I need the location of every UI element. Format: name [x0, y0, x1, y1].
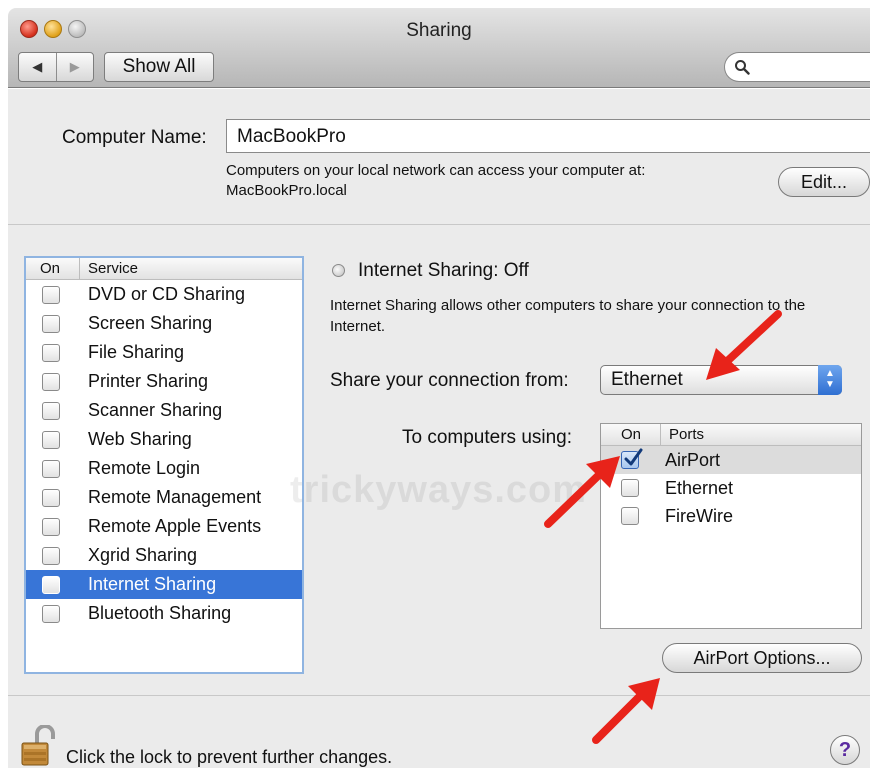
column-header-on[interactable]: On — [26, 258, 80, 279]
service-label: Screen Sharing — [88, 313, 213, 333]
forward-button[interactable]: ▶ — [55, 53, 94, 81]
port-checkbox[interactable] — [621, 448, 643, 469]
search-field[interactable] — [724, 52, 870, 82]
service-checkbox[interactable] — [42, 401, 60, 420]
service-row[interactable]: Remote Apple Events — [26, 512, 302, 541]
service-label: Remote Login — [88, 458, 201, 478]
show-all-button[interactable]: Show All — [104, 52, 214, 82]
computer-name-field[interactable]: MacBookPro — [226, 119, 870, 153]
checkmark-icon — [624, 448, 643, 466]
service-label: DVD or CD Sharing — [88, 284, 246, 304]
edit-hostname-button[interactable]: Edit... — [778, 167, 870, 197]
service-row[interactable]: Xgrid Sharing — [26, 541, 302, 570]
service-label: Web Sharing — [88, 429, 192, 449]
service-checkbox[interactable] — [42, 517, 60, 536]
service-label: Scanner Sharing — [88, 400, 223, 420]
computer-name-label: Computer Name: — [62, 127, 207, 148]
to-computers-label: To computers using: — [402, 427, 573, 448]
search-input[interactable] — [755, 57, 870, 77]
port-row[interactable]: FireWire — [601, 502, 861, 530]
service-list[interactable]: On Service DVD or CD Sharing Screen Shari… — [24, 256, 304, 674]
port-checkbox[interactable] — [621, 507, 639, 525]
back-arrow-icon: ◀ — [32, 59, 43, 74]
port-row[interactable]: Ethernet — [601, 474, 861, 502]
port-label: Ethernet — [665, 477, 734, 498]
service-row[interactable]: Bluetooth Sharing — [26, 599, 302, 628]
description-line: Internet Sharing allows other computers … — [330, 297, 806, 314]
service-row[interactable]: Remote Management — [26, 483, 302, 512]
service-checkbox[interactable] — [42, 430, 60, 449]
port-label: AirPort — [665, 449, 721, 470]
service-checkbox[interactable] — [42, 314, 60, 333]
port-row[interactable]: AirPort — [601, 446, 861, 474]
service-row[interactable]: Scanner Sharing — [26, 396, 302, 425]
share-from-value: Ethernet — [611, 369, 683, 390]
service-label: File Sharing — [88, 342, 185, 362]
window-titlebar: Sharing ◀ ▶ Show All — [8, 8, 870, 88]
service-row[interactable]: DVD or CD Sharing — [26, 280, 302, 309]
lock-icon[interactable] — [20, 725, 56, 767]
ports-table-header: On Ports — [601, 424, 861, 446]
internet-sharing-description: Internet Sharing allows other computers … — [330, 295, 870, 337]
service-list-header: On Service — [26, 258, 302, 280]
port-label: FireWire — [665, 505, 733, 526]
port-checkbox[interactable] — [621, 479, 639, 497]
service-checkbox[interactable] — [42, 459, 60, 478]
service-row[interactable]: Remote Login — [26, 454, 302, 483]
local-hostname: MacBookPro.local — [226, 182, 347, 199]
status-indicator-icon — [332, 264, 345, 277]
sharing-pane: Computer Name: MacBookPro Computers on y… — [8, 89, 870, 768]
service-checkbox[interactable] — [42, 546, 60, 565]
help-button[interactable]: ? — [830, 735, 860, 765]
column-header-service[interactable]: Service — [80, 258, 138, 279]
ports-table[interactable]: On Ports AirPort Ethernet FireWire — [600, 423, 862, 629]
service-label: Bluetooth Sharing — [88, 603, 232, 623]
share-from-popup[interactable]: Ethernet ▲ ▼ — [600, 365, 842, 395]
service-label: Printer Sharing — [88, 371, 209, 391]
popup-arrows-icon: ▲ ▼ — [818, 365, 842, 395]
service-checkbox[interactable] — [42, 575, 60, 594]
share-from-label: Share your connection from: — [330, 370, 569, 391]
service-label: Xgrid Sharing — [88, 545, 198, 565]
computer-name-section: Computer Name: MacBookPro Computers on y… — [8, 89, 870, 225]
service-row[interactable]: Web Sharing — [26, 425, 302, 454]
forward-arrow-icon: ▶ — [69, 59, 80, 74]
service-row[interactable]: Screen Sharing — [26, 309, 302, 338]
back-button[interactable]: ◀ — [19, 53, 56, 81]
service-label: Internet Sharing — [88, 574, 217, 594]
internet-sharing-status: Internet Sharing: Off — [358, 260, 529, 281]
local-address-note-line: Computers on your local network can acce… — [226, 162, 646, 179]
service-checkbox[interactable] — [42, 604, 60, 623]
service-label: Remote Apple Events — [88, 516, 262, 536]
column-header-ports[interactable]: Ports — [661, 424, 704, 445]
service-checkbox[interactable] — [42, 488, 60, 507]
service-checkbox[interactable] — [42, 285, 60, 304]
column-header-on[interactable]: On — [601, 424, 661, 445]
window-title: Sharing — [406, 20, 472, 41]
local-address-note: Computers on your local network can acce… — [226, 161, 645, 201]
service-checkbox[interactable] — [42, 372, 60, 391]
service-label: Remote Management — [88, 487, 262, 507]
service-row[interactable]: Printer Sharing — [26, 367, 302, 396]
service-checkbox[interactable] — [42, 343, 60, 362]
footer-divider — [8, 695, 870, 696]
watermark: trickyways.com — [290, 469, 588, 511]
service-row[interactable]: Internet Sharing — [26, 570, 302, 599]
airport-options-button[interactable]: AirPort Options... — [662, 643, 862, 673]
search-icon — [735, 60, 750, 75]
lock-status-text: Click the lock to prevent further change… — [66, 747, 393, 767]
history-navigation: ◀ ▶ — [18, 52, 94, 82]
description-line: Internet. — [330, 318, 386, 335]
help-icon: ? — [838, 738, 852, 761]
service-row[interactable]: File Sharing — [26, 338, 302, 367]
